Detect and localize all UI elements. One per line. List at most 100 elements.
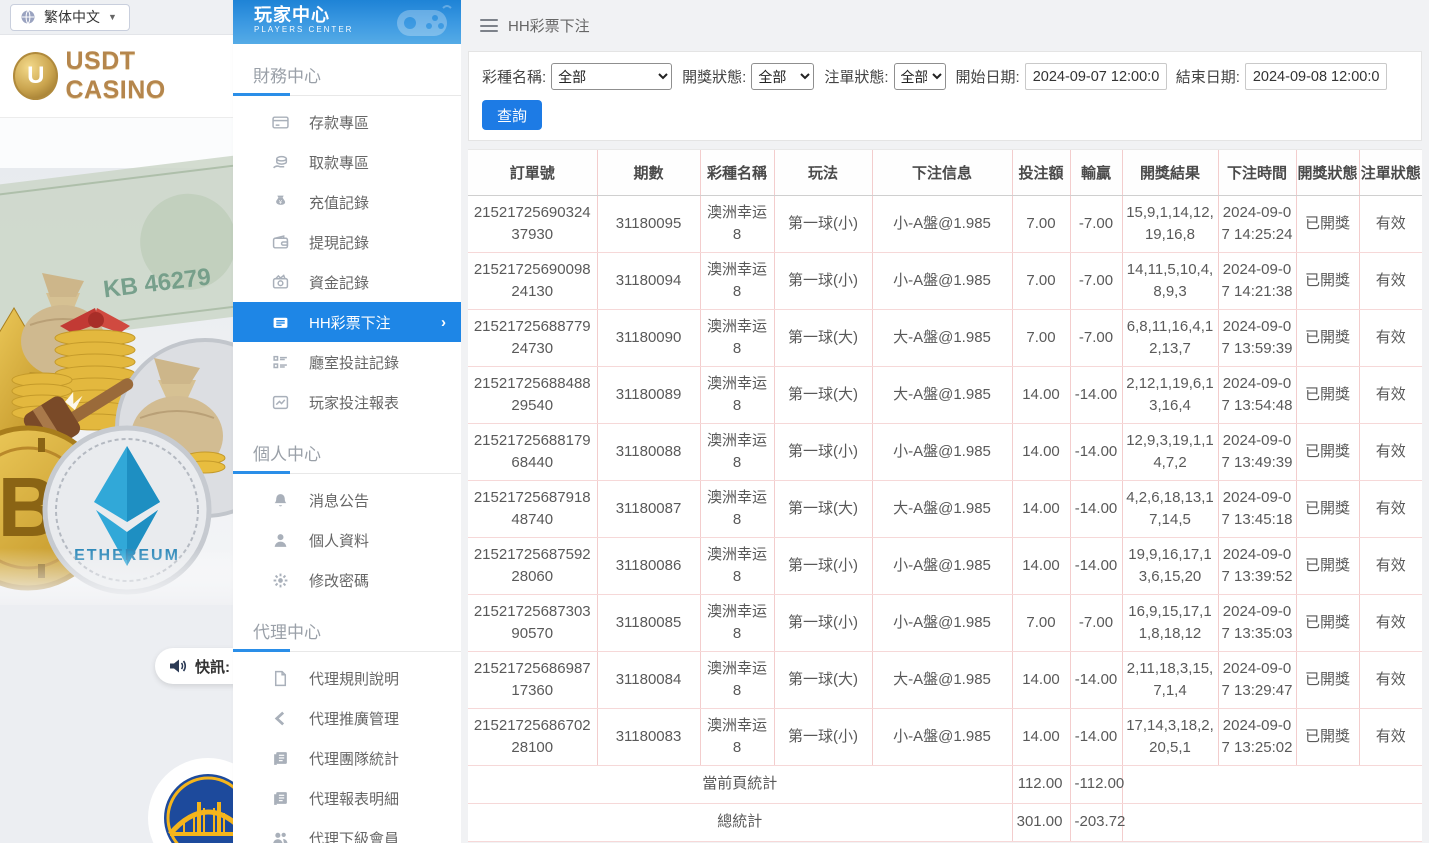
cell-lottery-name: 澳洲幸运8 [700, 253, 774, 310]
logo-coin-icon: U [13, 52, 58, 100]
bet-report-icon [272, 394, 289, 411]
sidebar-item-team-stats[interactable]: 代理團隊統計 [233, 738, 461, 778]
cell-draw-result: 6,8,11,16,4,12,13,7 [1122, 310, 1218, 367]
cell-draw-status: 已開獎 [1296, 253, 1359, 310]
cell-draw-result: 2,12,1,19,6,13,16,4 [1122, 367, 1218, 424]
chevron-right-icon: › [441, 314, 446, 331]
start-date-input[interactable] [1025, 63, 1167, 90]
cell-win-loss: -14.00 [1070, 424, 1122, 481]
sidebar-item-deposit-card[interactable]: 存款專區 [233, 102, 461, 142]
language-selector[interactable]: 繁体中文 ▼ [10, 4, 130, 31]
cell-bet-amount: 14.00 [1012, 652, 1070, 709]
cell-bet-amount: 7.00 [1012, 196, 1070, 253]
cell-bet-amount: 14.00 [1012, 424, 1070, 481]
lottery-ticket-icon [272, 314, 289, 331]
sidebar-item-gear[interactable]: 修改密碼 [233, 560, 461, 600]
cell-draw-status: 已開獎 [1296, 595, 1359, 652]
cell-bet-amount: 14.00 [1012, 481, 1070, 538]
cell-bet-amount: 14.00 [1012, 709, 1070, 766]
section-divider [233, 473, 461, 474]
sidebar-item-members[interactable]: 代理下級會員 [233, 818, 461, 843]
page-total-label: 當前頁統計 [468, 766, 1012, 804]
table-row: 215217256879184874031180087澳洲幸运8第一球(大)大-… [468, 481, 1422, 538]
sidebar-item-bet-report[interactable]: 玩家投注報表 [233, 382, 461, 422]
sidebar-item-report-detail[interactable]: 代理報表明細 [233, 778, 461, 818]
sidebar-item-wallet[interactable]: 提現記錄 [233, 222, 461, 262]
cell-bet-time: 2024-09-07 13:49:39 [1218, 424, 1296, 481]
sidebar-item-user[interactable]: 個人資料 [233, 520, 461, 560]
col-draw-status: 開獎狀態 [1296, 150, 1359, 196]
table-row: 215217256875922806031180086澳洲幸运8第一球(小)小-… [468, 538, 1422, 595]
sidebar-item-share[interactable]: 代理推廣管理 [233, 698, 461, 738]
sidebar-item-label: HH彩票下注 [309, 312, 391, 333]
end-date-input[interactable] [1245, 63, 1387, 90]
sidebar-item-funds[interactable]: 資金記錄 [233, 262, 461, 302]
cell-win-loss: -14.00 [1070, 652, 1122, 709]
news-ticker[interactable]: 快訊: [155, 648, 233, 684]
cell-win-loss: -14.00 [1070, 367, 1122, 424]
cell-order-status: 有效 [1359, 253, 1422, 310]
col-draw-result: 開獎結果 [1122, 150, 1218, 196]
cell-bet-time: 2024-09-07 13:39:52 [1218, 538, 1296, 595]
filter-panel: 彩種名稱: 全部 開獎狀態: 全部 注單狀態: 全部 開始日期: 結束日期: 查… [468, 51, 1422, 141]
cell-bet-info: 大-A盤@1.985 [872, 652, 1012, 709]
col-order-no: 訂單號 [468, 150, 597, 196]
cell-lottery-name: 澳洲幸运8 [700, 424, 774, 481]
sidebar-item-moneybag[interactable]: ¥充值記錄 [233, 182, 461, 222]
cell-lottery-name: 澳洲幸运8 [700, 310, 774, 367]
cell-bet-info: 小-A盤@1.985 [872, 538, 1012, 595]
menu-toggle-icon[interactable] [480, 19, 498, 32]
cell-bet-time: 2024-09-07 13:29:47 [1218, 652, 1296, 709]
cell-bet-info: 小-A盤@1.985 [872, 709, 1012, 766]
sidebar-item-label: 代理規則說明 [309, 668, 399, 689]
draw-status-select[interactable]: 全部 [751, 63, 814, 90]
cell-draw-status: 已開獎 [1296, 652, 1359, 709]
cell-bet-time: 2024-09-07 14:21:38 [1218, 253, 1296, 310]
withdraw-hand-icon [272, 154, 289, 171]
cell-draw-status: 已開獎 [1296, 367, 1359, 424]
cell-order-no: 2152172568698717360 [468, 652, 597, 709]
sidebar-item-document[interactable]: 代理規則說明 [233, 658, 461, 698]
cell-order-status: 有效 [1359, 481, 1422, 538]
sidebar-item-withdraw-hand[interactable]: 取款專區 [233, 142, 461, 182]
order-status-label: 注單狀態: [824, 66, 888, 87]
cell-win-loss: -7.00 [1070, 253, 1122, 310]
page-title: HH彩票下注 [508, 15, 590, 36]
col-win-loss: 輸贏 [1070, 150, 1122, 196]
cell-play: 第一球(小) [774, 253, 872, 310]
cell-issue: 31180090 [597, 310, 700, 367]
grand-total-winloss: -203.72 [1070, 804, 1122, 842]
cell-draw-result: 4,2,6,18,13,17,14,5 [1122, 481, 1218, 538]
lottery-name-label: 彩種名稱: [482, 66, 546, 87]
cell-play: 第一球(小) [774, 424, 872, 481]
cell-bet-time: 2024-09-07 13:25:02 [1218, 709, 1296, 766]
sidebar-item-label: 代理下級會員 [309, 828, 399, 843]
cell-draw-status: 已開獎 [1296, 709, 1359, 766]
cell-order-no: 2152172568759228060 [468, 538, 597, 595]
funds-icon [272, 274, 289, 291]
search-button[interactable]: 查詢 [482, 100, 542, 130]
cell-draw-status: 已開獎 [1296, 481, 1359, 538]
table-row: 215217256903243793031180095澳洲幸运8第一球(小)小-… [468, 196, 1422, 253]
bell-icon [272, 492, 289, 509]
cell-bet-amount: 7.00 [1012, 253, 1070, 310]
cell-bet-time: 2024-09-07 14:25:24 [1218, 196, 1296, 253]
lottery-name-select[interactable]: 全部 [551, 63, 672, 90]
sidebar-item-label: 代理團隊統計 [309, 748, 399, 769]
cell-draw-result: 15,9,1,14,12,19,16,8 [1122, 196, 1218, 253]
cell-issue: 31180085 [597, 595, 700, 652]
cell-draw-result: 12,9,3,19,1,14,7,2 [1122, 424, 1218, 481]
order-status-select[interactable]: 全部 [894, 63, 946, 90]
sidebar-item-lottery-ticket[interactable]: HH彩票下注 › [233, 302, 461, 342]
sidebar-header: 玩家中心 PLAYERS CENTER [233, 0, 461, 44]
cell-order-status: 有效 [1359, 652, 1422, 709]
cell-lottery-name: 澳洲幸运8 [700, 595, 774, 652]
grand-total-bet: 301.00 [1012, 804, 1070, 842]
room-list-icon [272, 354, 289, 371]
sidebar-item-label: 廳室投註記錄 [309, 352, 399, 373]
promo-image: KB 46279 [0, 118, 233, 605]
sidebar-item-bell[interactable]: 消息公告 [233, 480, 461, 520]
cell-draw-result: 2,11,18,3,15,7,1,4 [1122, 652, 1218, 709]
table-row: 215217256900982413031180094澳洲幸运8第一球(小)小-… [468, 253, 1422, 310]
sidebar-item-room-list[interactable]: 廳室投註記錄 [233, 342, 461, 382]
